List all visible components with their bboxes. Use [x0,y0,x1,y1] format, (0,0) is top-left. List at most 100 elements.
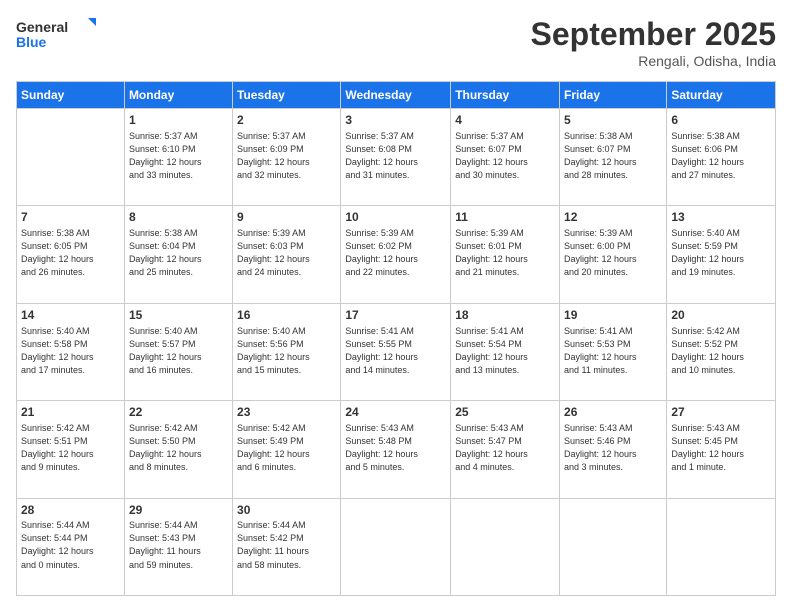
cell-info: Sunrise: 5:37 AM Sunset: 6:09 PM Dayligh… [237,130,336,182]
svg-text:General: General [16,19,68,35]
cell-info: Sunrise: 5:44 AM Sunset: 5:42 PM Dayligh… [237,519,336,571]
day-number: 5 [564,112,662,129]
col-thursday: Thursday [451,82,560,109]
cell-info: Sunrise: 5:38 AM Sunset: 6:04 PM Dayligh… [129,227,228,279]
table-row: 3Sunrise: 5:37 AM Sunset: 6:08 PM Daylig… [341,109,451,206]
table-row: 2Sunrise: 5:37 AM Sunset: 6:09 PM Daylig… [233,109,341,206]
day-number: 25 [455,404,555,421]
day-number: 7 [21,209,120,226]
table-row: 1Sunrise: 5:37 AM Sunset: 6:10 PM Daylig… [124,109,232,206]
calendar-week-row: 21Sunrise: 5:42 AM Sunset: 5:51 PM Dayli… [17,401,776,498]
day-number: 30 [237,502,336,519]
table-row: 7Sunrise: 5:38 AM Sunset: 6:05 PM Daylig… [17,206,125,303]
table-row: 8Sunrise: 5:38 AM Sunset: 6:04 PM Daylig… [124,206,232,303]
calendar-header-row: Sunday Monday Tuesday Wednesday Thursday… [17,82,776,109]
title-section: September 2025 Rengali, Odisha, India [531,16,776,69]
day-number: 11 [455,209,555,226]
day-number: 28 [21,502,120,519]
col-friday: Friday [560,82,667,109]
col-wednesday: Wednesday [341,82,451,109]
cell-info: Sunrise: 5:38 AM Sunset: 6:07 PM Dayligh… [564,130,662,182]
cell-info: Sunrise: 5:38 AM Sunset: 6:05 PM Dayligh… [21,227,120,279]
page: General Blue September 2025 Rengali, Odi… [0,0,792,612]
cell-info: Sunrise: 5:43 AM Sunset: 5:48 PM Dayligh… [345,422,446,474]
cell-info: Sunrise: 5:40 AM Sunset: 5:59 PM Dayligh… [671,227,771,279]
day-number: 1 [129,112,228,129]
table-row: 18Sunrise: 5:41 AM Sunset: 5:54 PM Dayli… [451,303,560,400]
cell-info: Sunrise: 5:42 AM Sunset: 5:50 PM Dayligh… [129,422,228,474]
col-monday: Monday [124,82,232,109]
table-row: 23Sunrise: 5:42 AM Sunset: 5:49 PM Dayli… [233,401,341,498]
month-title: September 2025 [531,16,776,53]
day-number: 4 [455,112,555,129]
day-number: 24 [345,404,446,421]
table-row: 25Sunrise: 5:43 AM Sunset: 5:47 PM Dayli… [451,401,560,498]
day-number: 29 [129,502,228,519]
day-number: 23 [237,404,336,421]
day-number: 12 [564,209,662,226]
col-saturday: Saturday [667,82,776,109]
table-row: 11Sunrise: 5:39 AM Sunset: 6:01 PM Dayli… [451,206,560,303]
cell-info: Sunrise: 5:37 AM Sunset: 6:08 PM Dayligh… [345,130,446,182]
svg-text:Blue: Blue [16,34,47,50]
calendar-week-row: 1Sunrise: 5:37 AM Sunset: 6:10 PM Daylig… [17,109,776,206]
cell-info: Sunrise: 5:44 AM Sunset: 5:44 PM Dayligh… [21,519,120,571]
day-number: 27 [671,404,771,421]
cell-info: Sunrise: 5:42 AM Sunset: 5:51 PM Dayligh… [21,422,120,474]
cell-info: Sunrise: 5:38 AM Sunset: 6:06 PM Dayligh… [671,130,771,182]
table-row: 22Sunrise: 5:42 AM Sunset: 5:50 PM Dayli… [124,401,232,498]
cell-info: Sunrise: 5:41 AM Sunset: 5:53 PM Dayligh… [564,325,662,377]
day-number: 14 [21,307,120,324]
header: General Blue September 2025 Rengali, Odi… [16,16,776,69]
cell-info: Sunrise: 5:42 AM Sunset: 5:52 PM Dayligh… [671,325,771,377]
day-number: 9 [237,209,336,226]
table-row: 26Sunrise: 5:43 AM Sunset: 5:46 PM Dayli… [560,401,667,498]
table-row: 4Sunrise: 5:37 AM Sunset: 6:07 PM Daylig… [451,109,560,206]
day-number: 26 [564,404,662,421]
cell-info: Sunrise: 5:43 AM Sunset: 5:47 PM Dayligh… [455,422,555,474]
table-row: 28Sunrise: 5:44 AM Sunset: 5:44 PM Dayli… [17,498,125,595]
cell-info: Sunrise: 5:37 AM Sunset: 6:07 PM Dayligh… [455,130,555,182]
day-number: 19 [564,307,662,324]
cell-info: Sunrise: 5:39 AM Sunset: 6:03 PM Dayligh… [237,227,336,279]
day-number: 17 [345,307,446,324]
table-row: 5Sunrise: 5:38 AM Sunset: 6:07 PM Daylig… [560,109,667,206]
cell-info: Sunrise: 5:41 AM Sunset: 5:54 PM Dayligh… [455,325,555,377]
table-row: 13Sunrise: 5:40 AM Sunset: 5:59 PM Dayli… [667,206,776,303]
logo-svg: General Blue [16,16,96,52]
day-number: 10 [345,209,446,226]
col-sunday: Sunday [17,82,125,109]
table-row: 27Sunrise: 5:43 AM Sunset: 5:45 PM Dayli… [667,401,776,498]
day-number: 22 [129,404,228,421]
table-row [17,109,125,206]
day-number: 21 [21,404,120,421]
cell-info: Sunrise: 5:39 AM Sunset: 6:00 PM Dayligh… [564,227,662,279]
cell-info: Sunrise: 5:43 AM Sunset: 5:45 PM Dayligh… [671,422,771,474]
day-number: 6 [671,112,771,129]
day-number: 20 [671,307,771,324]
cell-info: Sunrise: 5:41 AM Sunset: 5:55 PM Dayligh… [345,325,446,377]
table-row: 17Sunrise: 5:41 AM Sunset: 5:55 PM Dayli… [341,303,451,400]
table-row: 16Sunrise: 5:40 AM Sunset: 5:56 PM Dayli… [233,303,341,400]
day-number: 8 [129,209,228,226]
cell-info: Sunrise: 5:40 AM Sunset: 5:57 PM Dayligh… [129,325,228,377]
calendar-table: Sunday Monday Tuesday Wednesday Thursday… [16,81,776,596]
location-subtitle: Rengali, Odisha, India [531,53,776,69]
col-tuesday: Tuesday [233,82,341,109]
table-row: 24Sunrise: 5:43 AM Sunset: 5:48 PM Dayli… [341,401,451,498]
cell-info: Sunrise: 5:42 AM Sunset: 5:49 PM Dayligh… [237,422,336,474]
table-row: 19Sunrise: 5:41 AM Sunset: 5:53 PM Dayli… [560,303,667,400]
cell-info: Sunrise: 5:40 AM Sunset: 5:56 PM Dayligh… [237,325,336,377]
cell-info: Sunrise: 5:39 AM Sunset: 6:01 PM Dayligh… [455,227,555,279]
logo: General Blue [16,16,96,52]
table-row [341,498,451,595]
cell-info: Sunrise: 5:44 AM Sunset: 5:43 PM Dayligh… [129,519,228,571]
calendar-week-row: 7Sunrise: 5:38 AM Sunset: 6:05 PM Daylig… [17,206,776,303]
cell-info: Sunrise: 5:37 AM Sunset: 6:10 PM Dayligh… [129,130,228,182]
table-row: 12Sunrise: 5:39 AM Sunset: 6:00 PM Dayli… [560,206,667,303]
calendar-week-row: 14Sunrise: 5:40 AM Sunset: 5:58 PM Dayli… [17,303,776,400]
table-row: 30Sunrise: 5:44 AM Sunset: 5:42 PM Dayli… [233,498,341,595]
table-row [560,498,667,595]
table-row: 6Sunrise: 5:38 AM Sunset: 6:06 PM Daylig… [667,109,776,206]
day-number: 16 [237,307,336,324]
